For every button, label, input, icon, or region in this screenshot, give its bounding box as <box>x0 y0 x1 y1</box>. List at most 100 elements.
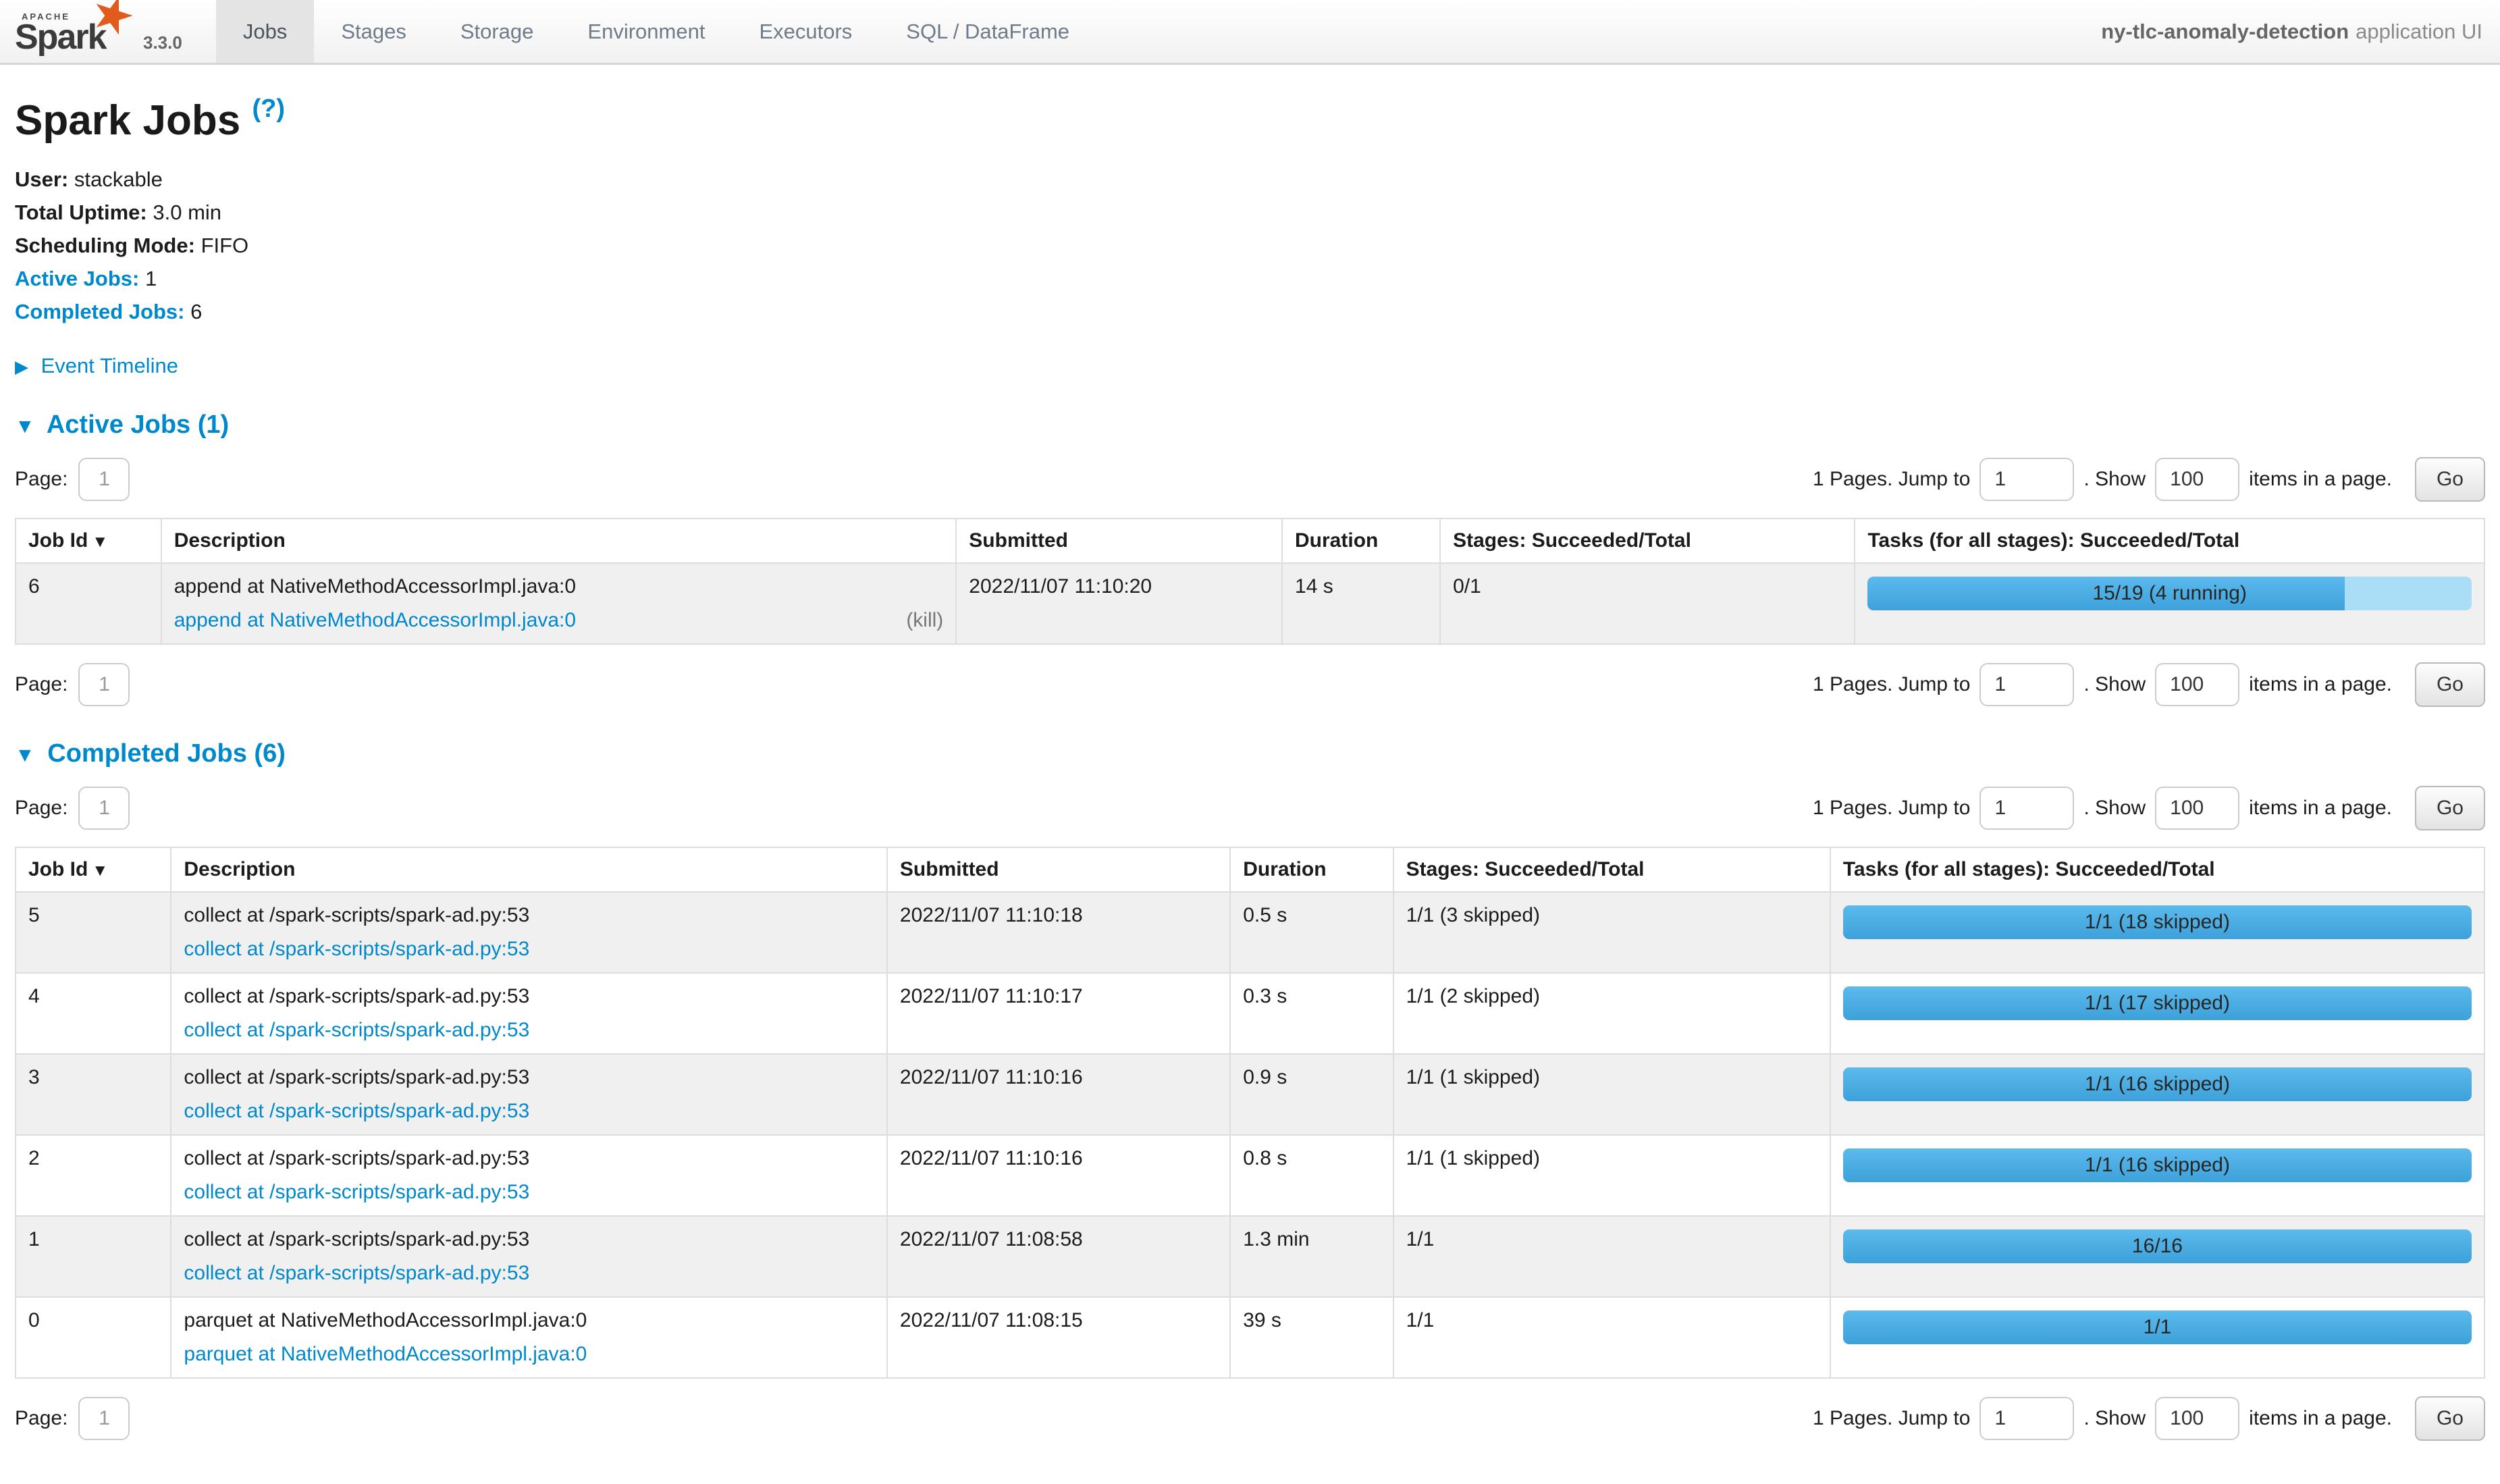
items-per-page-input[interactable] <box>2155 787 2239 830</box>
page-number-input[interactable] <box>78 1397 130 1440</box>
completed-jobs-table: Job Id▼ Description Submitted Duration S… <box>15 847 2485 1379</box>
header-description[interactable]: Description <box>171 847 887 892</box>
job-tasks-cell: 1/1 (17 skipped) <box>1830 973 2484 1054</box>
tab-sql-dataframe[interactable]: SQL / DataFrame <box>879 0 1096 63</box>
jump-to-input[interactable] <box>1979 1397 2074 1440</box>
jump-to-input[interactable] <box>1979 458 2074 501</box>
header-submitted[interactable]: Submitted <box>887 847 1230 892</box>
summary-block: User: stackable Total Uptime: 3.0 min Sc… <box>15 167 2485 324</box>
progress-label: 1/1 <box>1843 1310 2472 1344</box>
main-content: Spark Jobs (?) User: stackable Total Upt… <box>0 95 2500 1484</box>
job-description-cell: collect at /spark-scripts/spark-ad.py:53… <box>171 892 887 973</box>
job-detail-link[interactable]: collect at /spark-scripts/spark-ad.py:53 <box>184 1262 529 1285</box>
job-tasks-cell: 1/1 (16 skipped) <box>1830 1135 2484 1216</box>
job-tasks-cell: 1/1 (16 skipped) <box>1830 1054 2484 1135</box>
tab-jobs[interactable]: Jobs <box>216 0 314 63</box>
header-job-id[interactable]: Job Id▼ <box>16 847 171 892</box>
job-detail-link[interactable]: append at NativeMethodAccessorImpl.java:… <box>174 609 576 632</box>
job-description-cell: append at NativeMethodAccessorImpl.java:… <box>161 563 957 644</box>
header-duration[interactable]: Duration <box>1282 519 1440 563</box>
job-detail-link[interactable]: collect at /spark-scripts/spark-ad.py:53 <box>184 1019 529 1042</box>
job-id-cell: 0 <box>16 1297 171 1378</box>
page-number-input[interactable] <box>78 458 130 501</box>
go-button[interactable]: Go <box>2415 786 2485 830</box>
job-detail-link[interactable]: collect at /spark-scripts/spark-ad.py:53 <box>184 1100 529 1123</box>
job-duration-cell: 0.3 s <box>1230 973 1393 1054</box>
page-indicator: Page: <box>15 663 130 706</box>
go-button[interactable]: Go <box>2415 1396 2485 1441</box>
header-duration[interactable]: Duration <box>1230 847 1393 892</box>
help-link[interactable]: (?) <box>252 95 285 123</box>
job-duration-cell: 1.3 min <box>1230 1216 1393 1297</box>
go-button[interactable]: Go <box>2415 457 2485 502</box>
go-button[interactable]: Go <box>2415 662 2485 707</box>
job-description-text: collect at /spark-scripts/spark-ad.py:53 <box>184 1228 874 1251</box>
active-jobs-section-title: Active Jobs (1) <box>47 410 229 439</box>
tasks-progress-bar: 1/1 (17 skipped) <box>1843 986 2472 1020</box>
tab-stages[interactable]: Stages <box>314 0 433 63</box>
items-per-page-input[interactable] <box>2155 1397 2239 1440</box>
job-row: 0 parquet at NativeMethodAccessorImpl.jav… <box>16 1297 2484 1378</box>
page-label: Page: <box>15 673 68 696</box>
spark-logo[interactable]: ★ APACHE Spark 3.3.0 <box>0 0 201 63</box>
tab-executors[interactable]: Executors <box>732 0 879 63</box>
sort-arrow-icon: ▼ <box>92 533 108 551</box>
job-id-cell: 5 <box>16 892 171 973</box>
job-id-cell: 3 <box>16 1054 171 1135</box>
header-tasks[interactable]: Tasks (for all stages): Succeeded/Total <box>1830 847 2484 892</box>
summary-active-jobs: Active Jobs: 1 <box>15 267 2485 291</box>
job-id-cell: 6 <box>16 563 161 644</box>
job-row: 6 append at NativeMethodAccessorImpl.java… <box>16 563 2484 644</box>
pages-jump-text: 1 Pages. Jump to <box>1813 673 1970 696</box>
pagination-controls: 1 Pages. Jump to . Show items in a page.… <box>1803 1396 2485 1441</box>
header-submitted[interactable]: Submitted <box>956 519 1282 563</box>
job-duration-cell: 0.9 s <box>1230 1054 1393 1135</box>
header-stages[interactable]: Stages: Succeeded/Total <box>1393 847 1830 892</box>
job-detail-link[interactable]: parquet at NativeMethodAccessorImpl.java… <box>184 1343 587 1366</box>
header-job-id[interactable]: Job Id▼ <box>16 519 161 563</box>
chevron-down-icon: ▼ <box>15 415 35 438</box>
page-number-input[interactable] <box>78 663 130 706</box>
tab-environment[interactable]: Environment <box>560 0 732 63</box>
job-duration-cell: 0.5 s <box>1230 892 1393 973</box>
completed-pagination-top: Page: 1 Pages. Jump to . Show items in a… <box>15 786 2485 830</box>
application-name-value: ny-tlc-anomaly-detection <box>2101 20 2349 44</box>
summary-uptime-label: Total Uptime: <box>15 201 147 224</box>
event-timeline-toggle[interactable]: ▶ Event Timeline <box>15 354 2485 378</box>
spark-logo-graphic: ★ APACHE Spark <box>15 1 116 57</box>
job-description-cell: collect at /spark-scripts/spark-ad.py:53… <box>171 1054 887 1135</box>
items-text: items in a page. <box>2249 1407 2392 1430</box>
job-row: 2collect at /spark-scripts/spark-ad.py:5… <box>16 1135 2484 1216</box>
job-detail-link[interactable]: collect at /spark-scripts/spark-ad.py:53 <box>184 1181 529 1204</box>
progress-label: 1/1 (16 skipped) <box>1843 1148 2472 1182</box>
job-description-cell: collect at /spark-scripts/spark-ad.py:53… <box>171 973 887 1054</box>
job-description-text: collect at /spark-scripts/spark-ad.py:53 <box>184 1066 874 1089</box>
sort-arrow-icon: ▼ <box>92 862 108 880</box>
header-tasks[interactable]: Tasks (for all stages): Succeeded/Total <box>1855 519 2484 563</box>
items-per-page-input[interactable] <box>2155 458 2239 501</box>
job-submitted-cell: 2022/11/07 11:10:18 <box>887 892 1230 973</box>
header-stages[interactable]: Stages: Succeeded/Total <box>1440 519 1855 563</box>
jump-to-input[interactable] <box>1979 787 2074 830</box>
page-number-input[interactable] <box>78 787 130 830</box>
job-submitted-cell: 2022/11/07 11:10:20 <box>956 563 1282 644</box>
summary-user-value: stackable <box>74 167 163 191</box>
job-description-cell: collect at /spark-scripts/spark-ad.py:53… <box>171 1135 887 1216</box>
kill-link[interactable]: (kill) <box>906 609 943 632</box>
progress-label: 15/19 (4 running) <box>1867 577 2472 610</box>
job-description-cell: parquet at NativeMethodAccessorImpl.java… <box>171 1297 887 1378</box>
completed-jobs-link[interactable]: Completed Jobs: <box>15 300 184 323</box>
tab-storage[interactable]: Storage <box>433 0 561 63</box>
active-jobs-link[interactable]: Active Jobs: <box>15 267 139 290</box>
header-description[interactable]: Description <box>161 519 957 563</box>
job-submitted-cell: 2022/11/07 11:08:58 <box>887 1216 1230 1297</box>
page-indicator: Page: <box>15 1397 130 1440</box>
nav-tabs: Jobs Stages Storage Environment Executor… <box>216 0 1096 63</box>
active-table-header-row: Job Id▼ Description Submitted Duration S… <box>16 519 2484 563</box>
page-title: Spark Jobs (?) <box>15 95 2485 144</box>
items-per-page-input[interactable] <box>2155 663 2239 706</box>
job-detail-link[interactable]: collect at /spark-scripts/spark-ad.py:53 <box>184 938 529 961</box>
jump-to-input[interactable] <box>1979 663 2074 706</box>
active-jobs-section-toggle[interactable]: ▼ Active Jobs (1) <box>15 410 2485 440</box>
completed-jobs-section-toggle[interactable]: ▼ Completed Jobs (6) <box>15 739 2485 768</box>
